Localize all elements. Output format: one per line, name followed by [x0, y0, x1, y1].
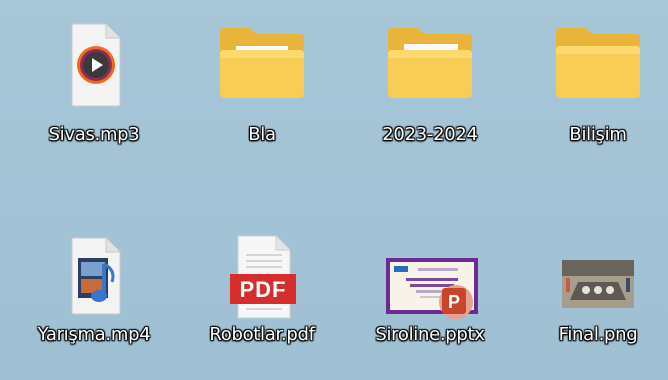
- desktop-icon-robotlar-pdf[interactable]: PDF Robotlar.pdf: [178, 220, 346, 370]
- desktop-icon-label: Final.png: [558, 324, 638, 345]
- desktop-icon-label: Robotlar.pdf: [209, 324, 315, 345]
- pdf-file-icon: PDF: [212, 234, 312, 324]
- desktop-icon-yarisma-mp4[interactable]: Yarışma.mp4: [10, 220, 178, 370]
- desktop-icon-label: 2023-2024: [382, 124, 478, 145]
- folder-icon: [548, 20, 648, 110]
- desktop-icon-final-png[interactable]: Final.png: [514, 220, 668, 370]
- desktop-icon-label: Bilişim: [569, 124, 627, 145]
- desktop-icon-sivas-mp3[interactable]: Sivas.mp3: [10, 0, 178, 150]
- image-file-icon: [548, 234, 648, 324]
- desktop-icon-label: Siroline.pptx: [375, 324, 485, 345]
- ppt-badge-letter: P: [447, 292, 460, 312]
- audio-file-icon: [44, 20, 144, 110]
- folder-icon: [212, 20, 312, 110]
- desktop-icon-label: Yarışma.mp4: [37, 324, 151, 345]
- desktop-icon-label: Sivas.mp3: [48, 124, 140, 145]
- desktop: Sivas.mp3 Bla 2023-2024 Bilişim Yarışma.…: [0, 0, 668, 380]
- desktop-icon-bla-folder[interactable]: Bla: [178, 0, 346, 150]
- pdf-badge-text: PDF: [239, 277, 287, 302]
- video-file-icon: [44, 234, 144, 324]
- desktop-icon-label: Bla: [248, 124, 276, 145]
- folder-icon: [380, 20, 480, 110]
- desktop-icon-siroline-pptx[interactable]: P Siroline.pptx: [346, 220, 514, 370]
- powerpoint-file-icon: P: [380, 234, 480, 324]
- desktop-icon-2023-2024-folder[interactable]: 2023-2024: [346, 0, 514, 150]
- desktop-icon-bilisim-folder[interactable]: Bilişim: [514, 0, 668, 150]
